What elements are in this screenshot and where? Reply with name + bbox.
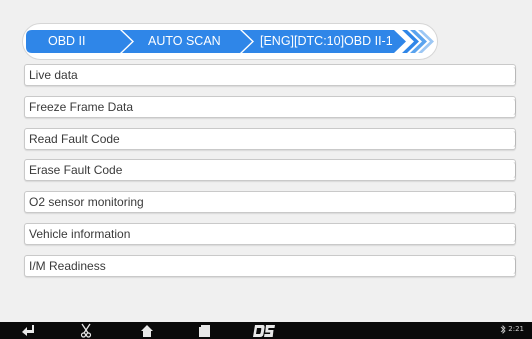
menu-item-vehicle-information[interactable]: Vehicle information bbox=[24, 222, 516, 245]
scissors-icon[interactable] bbox=[79, 323, 93, 338]
menu-item-label: O2 sensor monitoring bbox=[29, 195, 144, 210]
back-icon[interactable] bbox=[20, 323, 36, 338]
menu-item-freeze-frame-data[interactable]: Freeze Frame Data bbox=[24, 95, 516, 118]
bluetooth-icon bbox=[500, 325, 506, 334]
menu-item-im-readiness[interactable]: I/M Readiness bbox=[24, 254, 516, 277]
menu-item-label: Freeze Frame Data bbox=[29, 99, 134, 114]
breadcrumb-item-auto-scan[interactable]: AUTO SCAN bbox=[148, 23, 221, 60]
top-bar bbox=[0, 0, 532, 20]
menu-item-live-data[interactable]: Live data bbox=[24, 64, 516, 86]
system-navigation-bar: 2:21 bbox=[0, 322, 532, 339]
menu-item-erase-fault-code[interactable]: Erase Fault Code bbox=[24, 159, 516, 182]
breadcrumb-item-eng-dtc[interactable]: [ENG][DTC:10]OBD II-1 bbox=[260, 23, 393, 60]
menu-item-read-fault-code[interactable]: Read Fault Code bbox=[24, 127, 516, 150]
breadcrumb-item-obd2[interactable]: OBD II bbox=[48, 23, 86, 60]
menu-item-label: Vehicle information bbox=[29, 226, 131, 241]
ds-logo-icon[interactable] bbox=[252, 323, 276, 338]
menu-item-label: Erase Fault Code bbox=[29, 163, 123, 178]
document-icon[interactable] bbox=[198, 323, 212, 338]
menu-item-label: Read Fault Code bbox=[29, 131, 120, 146]
breadcrumb: OBD II AUTO SCAN [ENG][DTC:10]OBD II-1 bbox=[22, 23, 438, 60]
clock: 2:21 bbox=[508, 325, 524, 333]
menu-item-label: Live data bbox=[29, 68, 78, 82]
menu-item-o2-sensor-monitoring[interactable]: O2 sensor monitoring bbox=[24, 191, 516, 214]
home-icon[interactable] bbox=[140, 323, 154, 338]
function-menu: Live data Freeze Frame Data Read Fault C… bbox=[24, 64, 516, 287]
menu-item-label: I/M Readiness bbox=[29, 258, 106, 273]
